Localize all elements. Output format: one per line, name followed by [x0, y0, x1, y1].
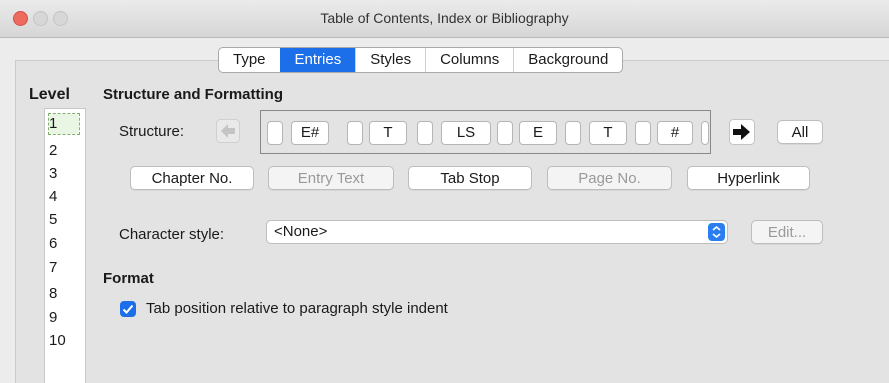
- level-item-5[interactable]: 5: [49, 210, 79, 230]
- character-style-value: <None>: [274, 223, 328, 240]
- format-title: Format: [103, 270, 154, 287]
- level-item-4[interactable]: 4: [49, 187, 79, 207]
- tab-styles[interactable]: Styles: [355, 48, 425, 72]
- structure-label: Structure:: [119, 123, 185, 140]
- structure-gap[interactable]: [497, 121, 513, 145]
- structure-line[interactable]: E# T LS E T #: [260, 110, 711, 154]
- level-item-2[interactable]: 2: [49, 141, 79, 161]
- structure-gap[interactable]: [347, 121, 363, 145]
- title-bar: Table of Contents, Index or Bibliography: [0, 0, 889, 38]
- structure-token[interactable]: T: [369, 121, 407, 145]
- level-title: Level: [29, 86, 70, 103]
- structure-token[interactable]: #: [657, 121, 693, 145]
- tab-position-checkbox[interactable]: [120, 301, 136, 317]
- edit-button[interactable]: Edit...: [751, 220, 823, 244]
- structure-gap[interactable]: [417, 121, 433, 145]
- structure-gap[interactable]: [267, 121, 283, 145]
- arrow-left-icon[interactable]: [216, 119, 240, 143]
- all-button[interactable]: All: [777, 120, 823, 144]
- structure-formatting-title: Structure and Formatting: [103, 86, 284, 103]
- window-title: Table of Contents, Index or Bibliography: [320, 10, 569, 26]
- page-no-button[interactable]: Page No.: [547, 166, 672, 190]
- structure-token[interactable]: E#: [291, 121, 329, 145]
- structure-gap[interactable]: [701, 121, 709, 145]
- level-item-6[interactable]: 6: [49, 234, 79, 254]
- tab-type[interactable]: Type: [219, 48, 280, 72]
- tab-bar: Type Entries Styles Columns Background: [218, 47, 624, 73]
- tab-stop-button[interactable]: Tab Stop: [408, 166, 532, 190]
- level-item-7[interactable]: 7: [49, 258, 79, 278]
- hyperlink-button[interactable]: Hyperlink: [687, 166, 810, 190]
- level-item-3[interactable]: 3: [49, 164, 79, 184]
- level-list[interactable]: 1 2 3 4 5 6 7 8 9 10: [44, 108, 86, 383]
- tab-columns[interactable]: Columns: [425, 48, 513, 72]
- structure-token[interactable]: LS: [441, 121, 491, 145]
- structure-token[interactable]: E: [519, 121, 557, 145]
- character-style-select[interactable]: <None>: [266, 220, 728, 244]
- tab-background[interactable]: Background: [513, 48, 622, 72]
- character-style-label: Character style:: [119, 226, 225, 243]
- level-item-9[interactable]: 9: [49, 308, 79, 328]
- tab-position-label[interactable]: Tab position relative to paragraph style…: [146, 300, 448, 317]
- checkmark-icon: [122, 304, 134, 314]
- level-item-10[interactable]: 10: [49, 331, 79, 351]
- arrow-right-icon[interactable]: [729, 119, 755, 145]
- entry-text-button[interactable]: Entry Text: [268, 166, 394, 190]
- tab-entries[interactable]: Entries: [279, 48, 356, 72]
- structure-gap[interactable]: [565, 121, 581, 145]
- level-item-1[interactable]: 1: [48, 113, 80, 135]
- level-item-8[interactable]: 8: [49, 284, 79, 304]
- dropdown-arrows-icon[interactable]: [708, 223, 725, 241]
- structure-token[interactable]: T: [589, 121, 627, 145]
- chapter-no-button[interactable]: Chapter No.: [130, 166, 254, 190]
- structure-gap[interactable]: [635, 121, 651, 145]
